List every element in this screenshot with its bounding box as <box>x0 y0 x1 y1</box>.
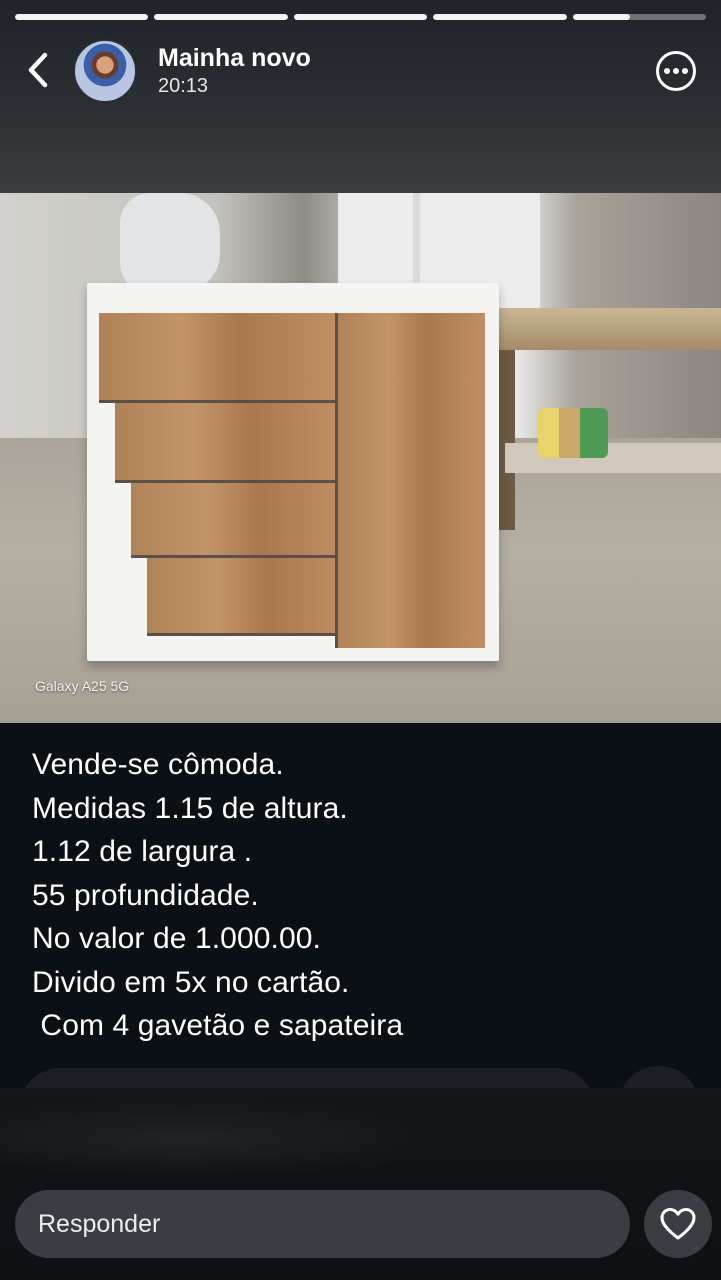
caption-line: Medidas 1.15 de altura. <box>32 791 348 825</box>
photo-bottles <box>538 408 608 458</box>
story-caption: Vende-se cômoda. Medidas 1.15 de altura.… <box>32 743 692 1048</box>
story-viewer: Mainha novo 20:13 Galaxy A25 5G Vende-se… <box>0 0 721 1280</box>
heart-icon <box>660 1208 696 1240</box>
story-progress-bar <box>15 14 707 20</box>
photo-drawer <box>147 558 349 636</box>
reply-input[interactable]: Responder <box>15 1190 630 1258</box>
photo-drawer <box>99 313 335 403</box>
photo-workbench-leg <box>497 350 515 530</box>
caption-line: Vende-se cômoda. <box>32 748 284 781</box>
progress-segment <box>15 14 149 20</box>
more-options-button[interactable] <box>656 51 696 91</box>
progress-segment <box>433 14 567 20</box>
more-options-icon <box>664 68 688 74</box>
caption-line: No valor de 1.000.00. <box>32 922 321 955</box>
story-author-name[interactable]: Mainha novo <box>158 44 311 73</box>
caption-line: Divido em 5x no cartão. <box>32 965 350 999</box>
caption-line: 55 profundidade. <box>32 878 259 912</box>
photo-watermark: Galaxy A25 5G <box>35 678 130 694</box>
photo-dresser-door <box>335 313 485 648</box>
avatar[interactable] <box>73 39 137 103</box>
progress-segment <box>154 14 288 20</box>
back-button[interactable] <box>20 50 56 90</box>
caption-line: Com 4 gavetão e sapateira <box>32 1009 404 1042</box>
photo-drawer <box>131 483 347 558</box>
bottom-blur-spot <box>0 1100 460 1180</box>
photo-drawer <box>115 403 343 483</box>
story-timestamp: 20:13 <box>158 75 209 97</box>
photo-plastic-bag <box>120 193 220 293</box>
progress-segment-current <box>572 14 707 20</box>
photo-workbench <box>495 308 721 350</box>
story-photo: Galaxy A25 5G <box>0 193 721 723</box>
chevron-left-icon <box>28 52 48 88</box>
progress-segment <box>293 14 428 20</box>
photo-dresser <box>87 283 499 661</box>
like-button[interactable] <box>644 1190 712 1258</box>
caption-line: 1.12 de largura . <box>32 835 253 868</box>
reply-placeholder: Responder <box>38 1209 161 1238</box>
